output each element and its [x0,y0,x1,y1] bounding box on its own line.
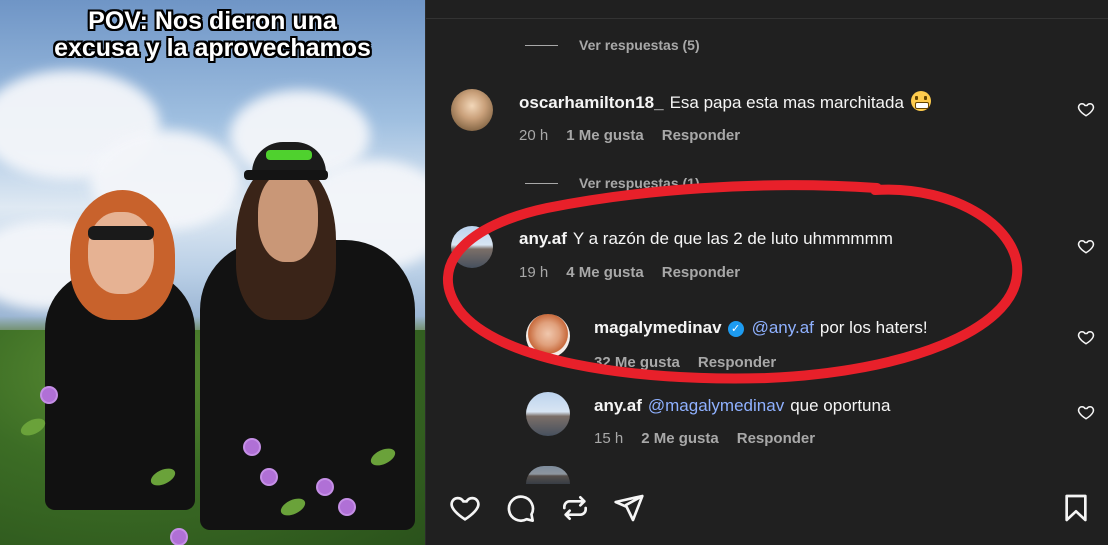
like-heart-icon[interactable] [1077,237,1095,255]
reply-button[interactable]: Responder [698,354,776,371]
comment-meta: 20 h 1 Me gusta Responder [519,127,758,144]
avatar[interactable] [526,314,570,358]
flower [42,388,56,402]
comment-body: Esa papa esta mas marchitada [669,93,904,112]
cap-visor [244,170,328,180]
divider-dash [525,44,558,46]
cap-logo [266,150,312,160]
comment-time: 15 h [594,430,624,447]
comment-body: por los haters! [819,318,928,337]
mention-link[interactable]: @any.af [752,318,814,337]
like-heart-icon[interactable] [1077,328,1095,346]
grimacing-face-icon [910,91,931,111]
comment-meta: 15 h 2 Me gusta Responder [594,430,833,447]
bookmark-icon[interactable] [1060,492,1092,524]
flower [318,480,332,494]
comment-time: 20 h [519,127,549,144]
comment-meta: 19 h 4 Me gusta Responder [519,264,758,281]
comments-panel: Ver respuestas (5) oscarhamilton18_ Esa p… [425,0,1108,545]
reply-button[interactable]: Responder [662,264,740,281]
comment-icon[interactable] [504,492,536,524]
reply-text: magalymedinav ✓ @any.af por los haters! [594,318,928,338]
comment-body: que oportuna [790,396,891,415]
comment-likes[interactable]: 32 Me gusta [594,354,680,371]
avatar[interactable] [526,392,570,436]
view-replies-label: Ver respuestas (5) [579,37,700,53]
view-replies-button[interactable]: Ver respuestas (5) [525,37,700,53]
avatar-partial[interactable] [526,466,570,484]
comment-text: any.af Y a razón de que las 2 de luto uhm… [519,229,893,249]
flower [262,470,276,484]
like-heart-icon[interactable] [1077,403,1095,421]
comment-username[interactable]: any.af [594,396,642,415]
comment-likes[interactable]: 1 Me gusta [566,127,644,144]
divider [426,18,1108,19]
comment-meta: 32 Me gusta Responder [594,354,794,371]
comment-time: 19 h [519,264,549,281]
comment-text: oscarhamilton18_ Esa papa esta mas marchi… [519,91,931,113]
woman-right-face [258,172,318,262]
like-heart-icon[interactable] [1077,100,1095,118]
verified-badge-icon: ✓ [727,321,744,337]
view-replies-button[interactable]: Ver respuestas (1) [525,175,700,191]
comment-username[interactable]: magalymedinav [594,318,722,337]
share-icon[interactable] [613,492,645,524]
flower [340,500,354,514]
action-bar [425,484,1108,545]
view-replies-label: Ver respuestas (1) [579,175,700,191]
video-caption: POV: Nos dieron una excusa y la aprovech… [54,7,371,62]
mention-link[interactable]: @magalymedinav [648,396,784,415]
reply-button[interactable]: Responder [662,127,740,144]
flower [245,440,259,454]
video-frame[interactable]: POV: Nos dieron una excusa y la aprovech… [0,0,425,545]
comment-username[interactable]: oscarhamilton18_ [519,93,664,112]
sunglasses [88,226,154,240]
comment-likes[interactable]: 2 Me gusta [641,430,719,447]
flower [172,530,186,544]
comment-likes[interactable]: 4 Me gusta [566,264,644,281]
repost-icon[interactable] [559,492,591,524]
woman-left-face [88,212,154,294]
avatar[interactable] [451,226,493,268]
comment-body: Y a razón de que las 2 de luto uhmmmmm [572,229,893,248]
comment-username[interactable]: any.af [519,229,567,248]
reply-button[interactable]: Responder [737,430,815,447]
reply-text: any.af @magalymedinav que oportuna [594,396,890,416]
avatar[interactable] [451,89,493,131]
divider-dash [525,182,558,184]
heart-icon[interactable] [449,492,481,524]
